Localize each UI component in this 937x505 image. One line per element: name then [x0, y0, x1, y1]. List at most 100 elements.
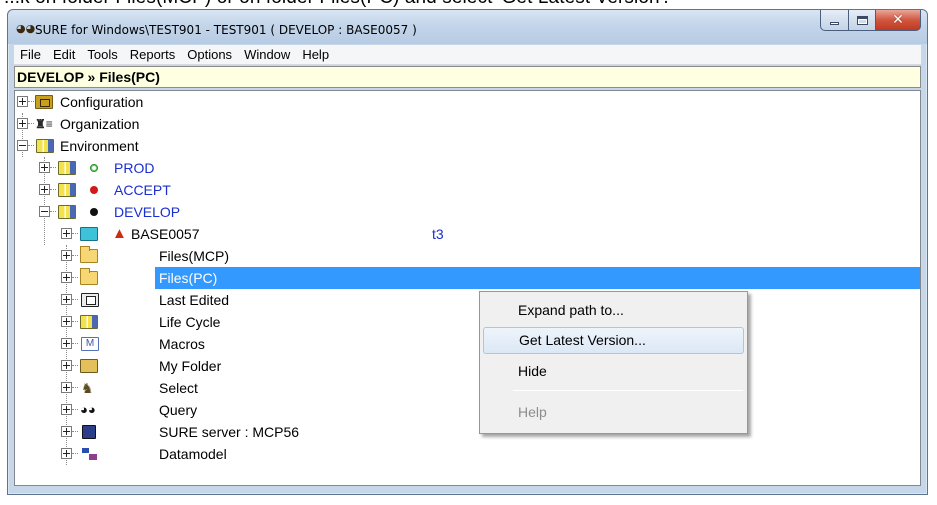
tree-item-base0057[interactable]: ▲ BASE0057 t3	[15, 223, 920, 245]
menu-window[interactable]: Window	[238, 45, 296, 65]
tree-connector	[72, 299, 78, 300]
organization-icon: ♜≡	[35, 117, 53, 131]
tree-connector	[72, 387, 78, 388]
tree-item-label: BASE0057	[131, 226, 200, 242]
title-bar[interactable]: ◕◕ SURE for Windows\TEST901 - TEST901 ( …	[8, 10, 927, 44]
tree-item-files-mcp[interactable]: Files(MCP)	[15, 245, 920, 267]
menu-bar: File Edit Tools Reports Options Window H…	[14, 45, 921, 65]
tree-item-organization[interactable]: ♜≡ Organization	[15, 113, 920, 135]
tree-connector	[72, 453, 78, 454]
tree-item-label: Files(PC)	[158, 267, 219, 289]
base-icon	[80, 227, 98, 241]
menu-item-hide[interactable]: Hide	[483, 358, 744, 385]
folder-icon	[80, 268, 98, 285]
item-tag: t3	[432, 226, 444, 242]
expand-icon[interactable]	[61, 250, 72, 261]
expand-icon[interactable]	[61, 294, 72, 305]
tree-item-select[interactable]: ♞ Select	[15, 377, 920, 399]
tree-connector	[50, 167, 56, 168]
tree-connector	[72, 255, 78, 256]
minimize-button[interactable]	[820, 10, 848, 31]
tree-connector	[72, 343, 78, 344]
tree-connector	[72, 365, 78, 366]
tree-connector	[50, 189, 56, 190]
collapse-icon[interactable]	[39, 206, 50, 217]
datamodel-icon	[81, 447, 99, 461]
server-icon	[82, 425, 96, 439]
tree-item-sure-server[interactable]: SURE server : MCP56	[15, 421, 920, 443]
environment-icon	[36, 139, 54, 153]
tree-item-label: Life Cycle	[159, 314, 221, 330]
tree-item-datamodel[interactable]: Datamodel	[15, 443, 920, 465]
select-icon: ♞	[81, 380, 94, 396]
expand-icon[interactable]	[17, 96, 28, 107]
tree-connector	[28, 101, 34, 102]
maximize-button[interactable]	[848, 10, 875, 31]
expand-icon[interactable]	[61, 360, 72, 371]
breadcrumb: DEVELOP » Files(PC)	[14, 66, 921, 88]
menu-reports[interactable]: Reports	[124, 45, 182, 65]
tree-connector	[28, 145, 34, 146]
tree-item-label: Last Edited	[159, 292, 230, 308]
expand-icon[interactable]	[61, 448, 72, 459]
menu-edit[interactable]: Edit	[47, 45, 81, 65]
status-dot-icon	[90, 186, 98, 194]
tree-item-label: Select	[159, 380, 198, 396]
tree-item-accept[interactable]: ACCEPT	[15, 179, 920, 201]
life-cycle-icon	[80, 315, 98, 329]
menu-separator	[513, 390, 743, 391]
close-button[interactable]: ✕	[875, 10, 921, 31]
expand-icon[interactable]	[61, 338, 72, 349]
macros-icon: M	[81, 337, 99, 351]
tree-item-develop[interactable]: DEVELOP	[15, 201, 920, 223]
tree-connector	[72, 431, 78, 432]
tree-item-my-folder[interactable]: My Folder	[15, 355, 920, 377]
last-edited-icon	[81, 293, 99, 307]
instruction-caption: ...k on folder Files(MCP) or on folder F…	[0, 0, 937, 9]
expand-icon[interactable]	[61, 426, 72, 437]
collapse-icon[interactable]	[17, 140, 28, 151]
expand-icon[interactable]	[61, 228, 72, 239]
tree-connector	[50, 211, 56, 212]
tree-item-label: SURE server : MCP56	[159, 424, 300, 440]
tree-item-label: Macros	[159, 336, 205, 352]
tree-item-files-pc[interactable]: Files(PC)	[15, 267, 920, 289]
context-menu: Expand path to... Get Latest Version... …	[479, 291, 748, 434]
tree-item-macros[interactable]: M Macros	[15, 333, 920, 355]
tree-item-query[interactable]: ◕◕ Query	[15, 399, 920, 421]
navigation-tree[interactable]: Configuration ♜≡ Organization Environmen…	[14, 90, 921, 486]
binoculars-icon: ◕◕	[80, 402, 96, 417]
menu-item-get-latest-version[interactable]: Get Latest Version...	[483, 327, 744, 354]
environment-icon	[58, 205, 76, 219]
tree-connector	[72, 409, 78, 410]
tree-connector	[28, 123, 34, 124]
menu-item-expand-path[interactable]: Expand path to...	[483, 297, 744, 324]
menu-file[interactable]: File	[14, 45, 47, 65]
tree-item-life-cycle[interactable]: Life Cycle	[15, 311, 920, 333]
tree-item-label: ACCEPT	[114, 182, 171, 198]
expand-icon[interactable]	[61, 272, 72, 283]
tree-item-prod[interactable]: PROD	[15, 157, 920, 179]
tree-item-last-edited[interactable]: Last Edited	[15, 289, 920, 311]
status-dot-icon	[90, 208, 98, 216]
expand-icon[interactable]	[39, 184, 50, 195]
expand-icon[interactable]	[39, 162, 50, 173]
menu-help[interactable]: Help	[296, 45, 335, 65]
environment-icon	[58, 183, 76, 197]
menu-tools[interactable]: Tools	[81, 45, 123, 65]
tree-item-environment[interactable]: Environment	[15, 135, 920, 157]
menu-item-help: Help	[518, 404, 547, 420]
expand-icon[interactable]	[17, 118, 28, 129]
expand-icon[interactable]	[61, 316, 72, 327]
binoculars-icon: ◕◕	[16, 22, 36, 35]
close-icon: ✕	[892, 12, 904, 28]
configuration-icon	[35, 95, 53, 109]
tree-item-configuration[interactable]: Configuration	[15, 91, 920, 113]
warning-icon: ▲	[112, 225, 127, 242]
expand-icon[interactable]	[61, 404, 72, 415]
tree-item-label: Datamodel	[159, 446, 227, 462]
folder-icon	[80, 246, 98, 263]
expand-icon[interactable]	[61, 382, 72, 393]
tree-item-label: My Folder	[159, 358, 222, 374]
menu-options[interactable]: Options	[181, 45, 238, 65]
